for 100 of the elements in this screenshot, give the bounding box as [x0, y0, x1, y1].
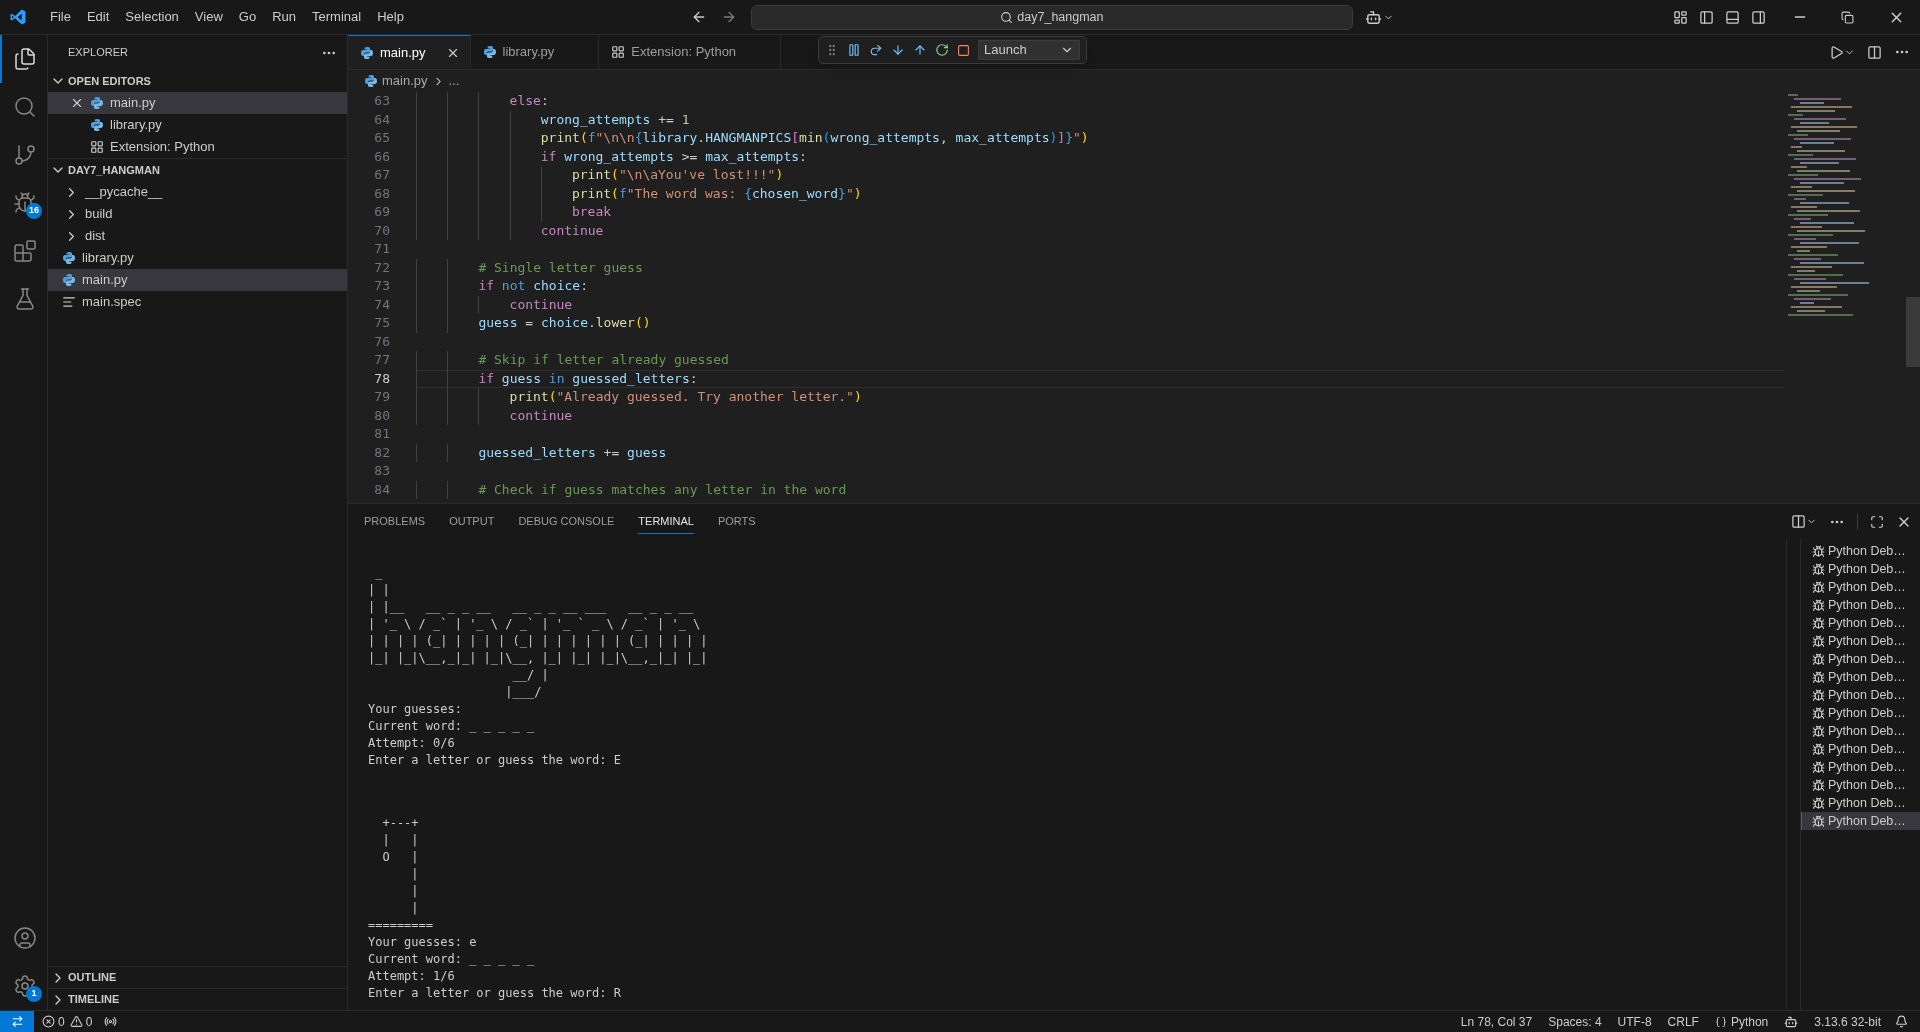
bell-icon[interactable] [1895, 1015, 1908, 1028]
code-line: print("Already guessed. Try another letter.") [416, 388, 1784, 407]
section-header[interactable]: OPEN EDITORS [48, 70, 347, 92]
restart-icon[interactable] [935, 43, 949, 57]
copilot-icon[interactable] [1784, 1014, 1799, 1029]
file-tree-item[interactable]: __pycache__ [48, 181, 347, 203]
editor-tab[interactable]: library.py [470, 35, 600, 69]
branch-icon [13, 143, 37, 167]
line-number: 76 [373, 332, 390, 351]
copilot-menu-button[interactable] [1364, 8, 1394, 26]
maximize-icon[interactable] [1870, 514, 1884, 529]
terminal-session-item[interactable]: Python Deb… [1801, 632, 1920, 650]
menu-item[interactable]: View [186, 7, 231, 27]
section-header[interactable]: DAY7_HANGMAN [48, 159, 347, 181]
launch-config-dropdown[interactable]: Launch [978, 40, 1080, 60]
section-header[interactable]: OUTLINE [48, 966, 347, 988]
python-file-icon [90, 118, 104, 132]
warning-count: 0 [85, 1013, 93, 1031]
terminal-session-item[interactable]: Python Deb… [1801, 776, 1920, 794]
file-tree-item[interactable]: dist [48, 225, 347, 247]
file-tree-item[interactable]: main.spec [48, 291, 347, 313]
run-menu-button[interactable] [1829, 44, 1855, 60]
extension-icon [90, 140, 104, 154]
panel-tab[interactable]: DEBUG CONSOLE [518, 509, 615, 534]
terminal-session-item[interactable]: Python Deb… [1801, 812, 1920, 830]
terminal-session-item[interactable]: Python Deb… [1801, 668, 1920, 686]
activity-bar-item[interactable]: 1 [0, 962, 48, 1010]
step-over-icon[interactable] [869, 43, 883, 57]
status-item[interactable]: UTF-8 [1609, 1012, 1660, 1031]
python-file-icon [364, 74, 378, 88]
files-icon [13, 47, 37, 71]
terminal-session-item[interactable]: Python Deb… [1801, 596, 1920, 614]
menu-item[interactable]: Edit [78, 7, 118, 27]
activity-bar-item[interactable]: 16 [0, 179, 48, 227]
ports-icon[interactable] [104, 1015, 118, 1028]
terminal-line: | [410, 883, 419, 900]
play-icon [1829, 44, 1844, 60]
panel-tab[interactable]: OUTPUT [449, 509, 495, 534]
pause-icon[interactable] [847, 43, 861, 57]
panel-left-icon[interactable] [1699, 9, 1714, 25]
line-number: 66 [373, 147, 390, 166]
file-tree-item[interactable]: build [48, 203, 347, 225]
file-tree-item[interactable]: main.py [48, 269, 347, 291]
line-number: 79 [373, 388, 390, 406]
editor-tab[interactable]: Extension: Python [599, 35, 782, 69]
code-line: if wrong_attempts >= max_attempts: [416, 147, 1784, 166]
code-line: guessed_letters += guess [416, 443, 1784, 462]
command-search-field[interactable]: day7_hangman [750, 4, 1353, 30]
menu-item[interactable]: Go [230, 7, 265, 27]
terminal-session-item[interactable]: Python Deb… [1801, 686, 1920, 704]
restore-icon[interactable] [1841, 10, 1854, 24]
panel-right-icon[interactable] [1751, 9, 1766, 25]
terminal-session-item[interactable]: Python Deb… [1801, 722, 1920, 740]
menu-item[interactable]: File [42, 7, 79, 27]
terminal-session-item[interactable]: Python Deb… [1801, 614, 1920, 632]
language-mode-button[interactable]: Python [1706, 1012, 1777, 1031]
terminal-session-item[interactable]: Python Deb… [1801, 704, 1920, 722]
code-line: break [416, 203, 1784, 222]
editor-tab[interactable]: main.py [348, 35, 471, 69]
open-editor-item[interactable]: library.py [48, 114, 347, 136]
file-tree-item[interactable]: library.py [48, 247, 347, 269]
terminal-session-item[interactable]: Python Deb… [1801, 794, 1920, 812]
stop-icon[interactable] [957, 43, 970, 57]
scrollbar-thumb[interactable] [1906, 297, 1920, 367]
terminal-line: ========= [368, 917, 434, 934]
terminal-session-item[interactable]: Python Deb… [1801, 560, 1920, 578]
status-item[interactable]: CRLF [1659, 1012, 1707, 1031]
menu-item[interactable]: Selection [117, 7, 187, 27]
problems-button[interactable]: 0 0 [42, 1012, 93, 1031]
close-icon[interactable] [70, 96, 84, 110]
split-editor-icon[interactable] [1867, 44, 1882, 60]
open-editor-item[interactable]: main.py [48, 92, 347, 114]
panel-tab[interactable]: TERMINAL [638, 509, 694, 534]
status-item[interactable]: Spaces: 4 [1540, 1012, 1610, 1031]
search-icon [1000, 10, 1014, 24]
step-out-icon[interactable] [913, 43, 927, 57]
status-item[interactable]: Ln 78, Col 37 [1452, 1012, 1541, 1031]
terminal-session-item[interactable]: Python Deb… [1801, 578, 1920, 596]
remote-button[interactable] [0, 1011, 34, 1032]
status-item[interactable]: 3.13.6 32-bit [1806, 1012, 1889, 1031]
layout-icon[interactable] [1673, 9, 1688, 25]
bug-icon [1812, 580, 1825, 594]
step-into-icon[interactable] [891, 43, 905, 57]
terminal-line: __/ | [511, 667, 549, 684]
menu-item[interactable]: Help [369, 7, 412, 27]
menu-item[interactable]: Terminal [304, 7, 370, 27]
terminal-session-item[interactable]: Python Deb… [1801, 758, 1920, 776]
panel-tab[interactable]: PROBLEMS [364, 509, 426, 534]
breadcrumb-item[interactable]: ... [448, 71, 460, 91]
terminal-session-item[interactable]: Python Deb… [1801, 740, 1920, 758]
panel-tab[interactable]: PORTS [717, 509, 756, 534]
panel-bottom-icon[interactable] [1725, 9, 1740, 25]
breadcrumb-item[interactable]: main.py [382, 71, 428, 91]
line-number: 63 [373, 92, 390, 110]
split-terminal-button[interactable] [1791, 514, 1817, 529]
terminal-session-item[interactable]: Python Deb… [1801, 650, 1920, 668]
open-editor-item[interactable]: Extension: Python [48, 136, 347, 158]
line-number: 75 [373, 314, 390, 332]
terminal-session-item[interactable]: Python Deb… [1801, 542, 1920, 560]
menu-item[interactable]: Run [264, 7, 304, 27]
